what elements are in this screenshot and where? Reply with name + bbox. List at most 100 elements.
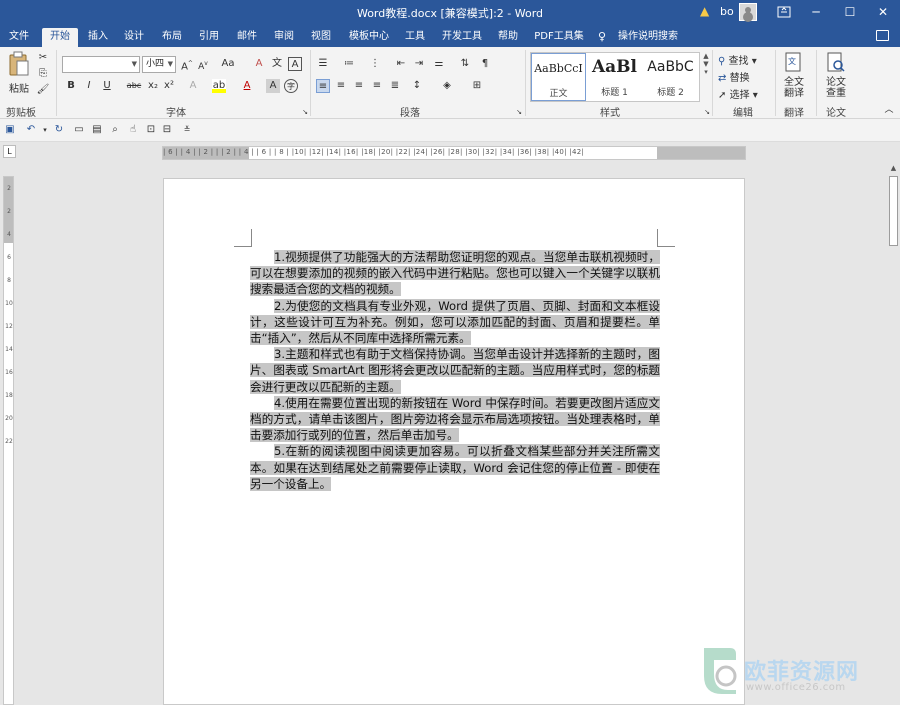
paragraph[interactable]: 5.在新的阅读视图中阅读更加容易。可以折叠文档某些部分并关注所需文本。如果在达到… <box>250 443 660 492</box>
ribbon-display-options-icon[interactable] <box>767 0 801 25</box>
shrink-font-icon[interactable]: Av <box>196 57 210 72</box>
font-name-combo[interactable]: ▼ <box>62 56 140 73</box>
tab-file[interactable]: 文件 <box>4 28 34 47</box>
tab-pdf-tools[interactable]: PDF工具集 <box>532 28 586 47</box>
tab-view[interactable]: 视图 <box>307 28 335 47</box>
numbering-icon[interactable]: ≔ <box>342 57 356 71</box>
read-mode-icon[interactable]: ▭ <box>72 123 86 137</box>
avatar[interactable] <box>739 3 757 21</box>
find-button[interactable]: ⚲ 查找 ▾ <box>718 52 757 67</box>
show-marks-icon[interactable]: ¶ <box>478 57 492 71</box>
select-button[interactable]: ➚ 选择 ▾ <box>718 86 758 101</box>
shading-icon[interactable]: ◈ <box>440 79 454 93</box>
paste-button[interactable]: 粘贴 <box>6 51 32 95</box>
close-button[interactable]: ✕ <box>866 0 900 25</box>
print-layout-icon[interactable]: ▤ <box>90 123 104 137</box>
tell-me-search[interactable]: 操作说明搜索 <box>618 28 678 45</box>
distributed-icon[interactable]: ≣ <box>388 79 402 93</box>
redo-icon[interactable]: ↻ <box>52 123 66 137</box>
underline-button[interactable]: U <box>100 79 114 93</box>
customize-qat-icon[interactable]: ≚ <box>180 123 194 137</box>
vertical-ruler[interactable]: 2 2 4 6 8 10 12 14 16 18 20 22 <box>3 176 14 705</box>
undo-dropdown-icon[interactable]: ▾ <box>38 123 52 137</box>
tab-help[interactable]: 帮助 <box>494 28 522 47</box>
italic-button[interactable]: I <box>82 79 96 93</box>
text-effects-icon[interactable]: A <box>186 79 200 93</box>
comments-icon[interactable] <box>876 30 889 41</box>
ruler-row: L | 6 | | 4 | | 2 | | | 2 | | 4 | | 6 | … <box>0 142 900 164</box>
layout-icon[interactable]: ⊟ <box>160 123 174 137</box>
tab-design[interactable]: 设计 <box>120 28 148 47</box>
decrease-indent-icon[interactable]: ⇤ <box>394 57 408 71</box>
borders-icon[interactable]: ⊞ <box>470 79 484 93</box>
horizontal-ruler[interactable]: | 6 | | 4 | | 2 | | | 2 | | 4 | | 6 | | … <box>162 146 746 160</box>
highlight-color-icon[interactable]: ab <box>212 79 226 93</box>
style-normal[interactable]: AaBbCcI 正文 <box>531 53 586 101</box>
tab-home[interactable]: 开始 <box>42 28 78 47</box>
style-heading-1[interactable]: AaBl 标题 1 <box>587 53 642 101</box>
format-painter-icon[interactable]: 🖌 <box>36 83 50 97</box>
vertical-scrollbar[interactable]: ▲ <box>887 164 900 705</box>
document-body[interactable]: 1.视频提供了功能强大的方法帮助您证明您的观点。当您单击联机视频时，可以在想要添… <box>250 249 660 492</box>
touch-mode-icon[interactable]: ☝ <box>126 123 140 137</box>
watermark: 欧菲资源网 www.office26.com <box>700 644 900 705</box>
justify-icon[interactable]: ≡ <box>370 79 384 93</box>
copy-icon[interactable]: ⎘ <box>36 67 50 81</box>
scrollbar-thumb[interactable] <box>889 176 898 246</box>
collapse-ribbon-icon[interactable]: ︿ <box>882 103 896 117</box>
document-page[interactable]: 1.视频提供了功能强大的方法帮助您证明您的观点。当您单击联机视频时，可以在想要添… <box>163 178 745 705</box>
restore-button[interactable]: ☐ <box>833 0 867 25</box>
styles-gallery-scroll[interactable]: ▲ ▼ ▾ <box>701 52 711 102</box>
enclose-chars-icon[interactable]: 字 <box>284 79 298 93</box>
tab-review[interactable]: 审阅 <box>270 28 298 47</box>
user-name[interactable]: bo <box>720 5 734 18</box>
print-preview-icon[interactable]: ⌕ <box>108 123 122 137</box>
tab-template-center[interactable]: 模板中心 <box>345 28 393 47</box>
paragraph[interactable]: 3.主题和样式也有助于文档保持协调。当您单击设计并选择新的主题时，图片、图表或 … <box>250 346 660 395</box>
tab-layout[interactable]: 布局 <box>158 28 186 47</box>
bullets-icon[interactable]: ☰ <box>316 57 330 71</box>
subscript-button[interactable]: x₂ <box>146 79 160 93</box>
styles-gallery[interactable]: AaBbCcI 正文 AaBl 标题 1 AaBbC 标题 2 <box>530 52 700 102</box>
multilevel-list-icon[interactable]: ⋮ <box>368 57 382 71</box>
insert-icon[interactable]: ⊡ <box>144 123 158 137</box>
align-center-icon[interactable]: ≡ <box>334 79 348 93</box>
bold-button[interactable]: B <box>64 79 78 93</box>
paragraph[interactable]: 4.使用在需要位置出现的新按钮在 Word 中保存时间。若要更改图片适应文档的方… <box>250 395 660 444</box>
line-spacing-icon[interactable]: ↕ <box>410 79 424 93</box>
superscript-button[interactable]: x² <box>162 79 176 93</box>
minimize-button[interactable]: ─ <box>799 0 833 25</box>
paragraph-dialog-launcher-icon[interactable]: ↘ <box>512 105 526 119</box>
tab-tools[interactable]: 工具 <box>401 28 429 47</box>
font-size-combo[interactable]: 小四 ▼ <box>142 56 176 73</box>
scroll-up-icon[interactable]: ▲ <box>889 164 898 174</box>
align-left-icon[interactable]: ≡ <box>316 79 330 93</box>
cut-icon[interactable]: ✂ <box>36 51 50 65</box>
undo-icon[interactable]: ↶ <box>24 123 38 137</box>
strikethrough-button[interactable]: abc <box>126 79 142 93</box>
tab-insert[interactable]: 插入 <box>84 28 112 47</box>
replace-button[interactable]: ⇄ 替换 <box>718 69 750 84</box>
style-heading-2[interactable]: AaBbC 标题 2 <box>643 53 698 101</box>
tab-selector[interactable]: L <box>3 145 16 158</box>
char-border-icon[interactable]: A <box>288 57 302 71</box>
paragraph[interactable]: 1.视频提供了功能强大的方法帮助您证明您的观点。当您单击联机视频时，可以在想要添… <box>250 249 660 298</box>
tab-mailings[interactable]: 邮件 <box>233 28 261 47</box>
warning-icon[interactable]: ▲ <box>700 4 714 18</box>
paper-check-button[interactable]: 论文 查重 <box>822 52 850 99</box>
tab-references[interactable]: 引用 <box>195 28 223 47</box>
tab-developer[interactable]: 开发工具 <box>438 28 486 47</box>
font-color-icon[interactable]: A <box>240 79 254 93</box>
phonetic-guide-icon[interactable]: 文 <box>270 57 284 71</box>
align-right-icon[interactable]: ≡ <box>352 79 366 93</box>
increase-indent-icon[interactable]: ⇥ <box>412 57 426 71</box>
sort-icon[interactable]: ⇅ <box>458 57 472 71</box>
change-case-icon[interactable]: Aa <box>218 57 238 71</box>
save-icon[interactable]: ▣ <box>3 123 17 137</box>
grow-font-icon[interactable]: A^ <box>180 57 194 72</box>
translate-button[interactable]: 文 全文 翻译 <box>780 52 808 99</box>
clear-format-icon[interactable]: A <box>252 57 266 71</box>
paragraph[interactable]: 2.为使您的文档具有专业外观，Word 提供了页眉、页脚、封面和文本框设计，这些… <box>250 298 660 347</box>
char-shading-icon[interactable]: A <box>266 79 280 93</box>
chinese-layout-icon[interactable]: ⚌ <box>432 57 446 71</box>
